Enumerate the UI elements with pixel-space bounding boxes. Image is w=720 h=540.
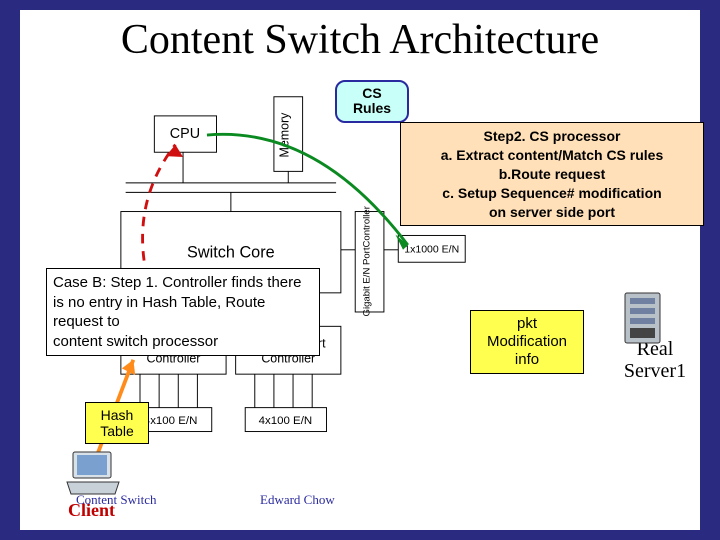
hash-table-box: Hash Table (85, 402, 149, 444)
footer-author: Edward Chow (260, 492, 335, 508)
case-b-box: Case B: Step 1. Controller finds there i… (46, 268, 320, 356)
svg-text:4x100 E/N: 4x100 E/N (144, 415, 198, 427)
svg-text:Gigabit E/N PortController: Gigabit E/N PortController (362, 205, 373, 316)
svg-text:Switch Core: Switch Core (187, 243, 275, 261)
cs-rules-box: CSRules (335, 80, 409, 123)
svg-text:Memory: Memory (277, 112, 291, 158)
svg-text:CPU: CPU (170, 126, 200, 142)
svg-text:4x100 E/N: 4x100 E/N (259, 415, 313, 427)
page-title: Content Switch Architecture (20, 10, 700, 64)
laptop-icon (65, 450, 121, 496)
step2-box: Step2. CS processora. Extract content/Ma… (400, 122, 704, 226)
server-icon (615, 290, 670, 345)
svg-text:1x1000 E/N: 1x1000 E/N (404, 244, 459, 256)
pkt-mod-box: pkt Modification info (470, 310, 584, 374)
